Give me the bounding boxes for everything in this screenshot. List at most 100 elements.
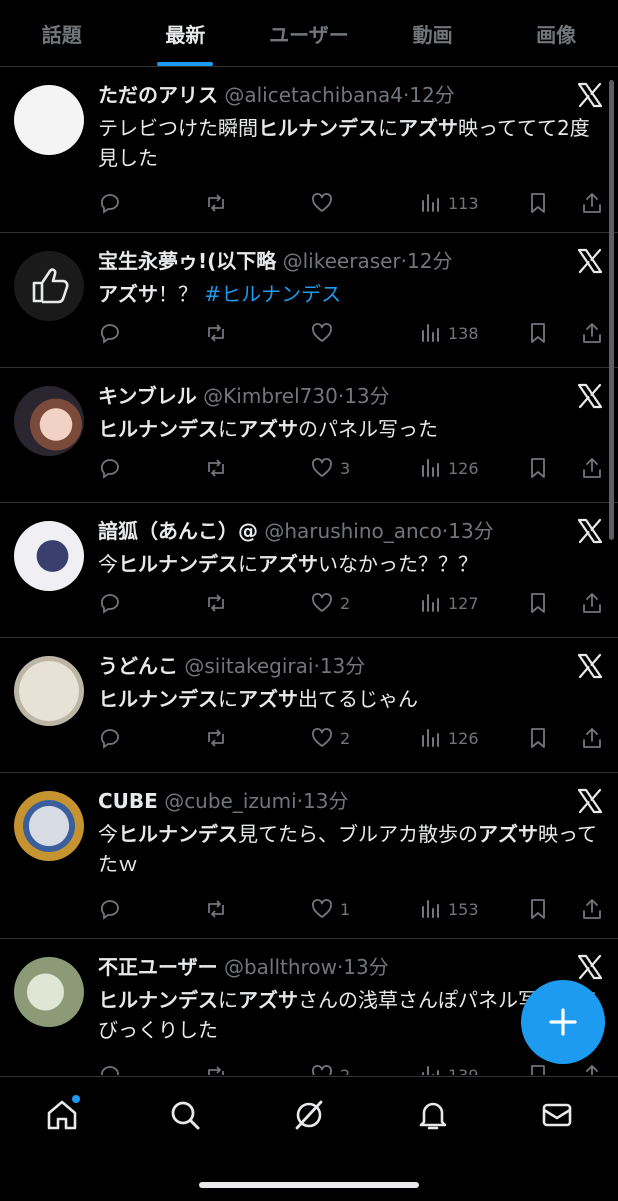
user-handle[interactable]: @likeeraser: [283, 249, 401, 273]
share-button[interactable]: [580, 726, 604, 750]
compose-button[interactable]: [521, 980, 605, 1064]
like-button[interactable]: [310, 321, 340, 345]
avatar[interactable]: [14, 251, 84, 321]
user-handle[interactable]: @harushino_anco: [264, 519, 442, 543]
x-logo-icon[interactable]: [576, 652, 604, 680]
views-button[interactable]: 153: [418, 897, 479, 921]
tab-latest[interactable]: 最新: [124, 0, 248, 66]
bookmark-button[interactable]: [526, 726, 550, 750]
reply-button[interactable]: [98, 191, 128, 215]
search-icon[interactable]: [167, 1097, 203, 1133]
reply-button[interactable]: [98, 897, 128, 921]
repost-icon: [208, 324, 224, 342]
tab-videos[interactable]: 動画: [371, 0, 495, 66]
like-button[interactable]: 2: [310, 726, 350, 750]
tab-users[interactable]: ユーザー: [247, 0, 371, 66]
reply-button[interactable]: [98, 456, 128, 480]
views-button[interactable]: 139: [418, 1063, 479, 1075]
avatar[interactable]: [14, 656, 84, 726]
post-actions: 113: [98, 189, 604, 217]
repost-button[interactable]: [204, 321, 234, 345]
user-handle[interactable]: @Kimbrel730: [203, 384, 338, 408]
repost-button[interactable]: [204, 1063, 234, 1075]
tab-images[interactable]: 画像: [494, 0, 618, 66]
reply-button[interactable]: [98, 1063, 128, 1075]
like-button[interactable]: 2: [310, 1063, 350, 1075]
like-button[interactable]: [310, 191, 340, 215]
like-icon: [312, 593, 332, 612]
views-button[interactable]: 126: [418, 456, 479, 480]
views-button[interactable]: 127: [418, 591, 479, 615]
repost-button[interactable]: [204, 191, 234, 215]
post-text: 今ヒルナンデス見てたら、ブルアカ散歩のアズサ映ってたｗ: [98, 819, 602, 879]
tab-trending[interactable]: 話題: [0, 0, 124, 66]
display-name[interactable]: キンブレル: [98, 384, 197, 408]
post-actions: 1 153: [98, 895, 604, 923]
scrollbar[interactable]: [609, 80, 614, 540]
bookmark-button[interactable]: [526, 897, 550, 921]
grok-icon[interactable]: [291, 1097, 327, 1133]
share-button[interactable]: [580, 591, 604, 615]
user-handle[interactable]: @siitakegirai: [184, 654, 313, 678]
bookmark-button[interactable]: [526, 321, 550, 345]
bookmark-button[interactable]: [526, 1063, 550, 1075]
bookmark-button[interactable]: [526, 591, 550, 615]
reply-icon: [101, 1066, 119, 1075]
user-handle[interactable]: @ballthrow: [224, 955, 337, 979]
post-3[interactable]: キンブレル @Kimbrel730·13分 ヒルナンデスにアズサのパネル写った 3 1…: [0, 368, 618, 503]
bookmark-button[interactable]: [526, 456, 550, 480]
bookmark-button[interactable]: [526, 191, 550, 215]
like-button[interactable]: 2: [310, 591, 350, 615]
avatar[interactable]: [14, 85, 84, 155]
display-name[interactable]: 宝生永夢ゥ!(以下略: [98, 249, 276, 273]
post-1[interactable]: ただのアリス @alicetachibana4·12分 テレビつけた瞬間ヒルナンデ…: [0, 67, 618, 233]
avatar[interactable]: [14, 957, 84, 1027]
reply-button[interactable]: [98, 591, 128, 615]
post-5[interactable]: うどんこ @siitakegirai·13分 ヒルナンデスにアズサ出てるじゃん 2 1…: [0, 638, 618, 773]
like-button[interactable]: 3: [310, 456, 350, 480]
like-icon: [312, 728, 332, 747]
user-handle[interactable]: @cube_izumi: [164, 789, 296, 813]
x-logo-icon[interactable]: [576, 382, 604, 410]
x-logo-icon[interactable]: [576, 787, 604, 815]
avatar[interactable]: [14, 386, 84, 456]
reply-button[interactable]: [98, 726, 128, 750]
x-logo-icon[interactable]: [576, 953, 604, 981]
share-button[interactable]: [580, 1063, 604, 1075]
x-logo-icon[interactable]: [576, 517, 604, 545]
share-button[interactable]: [580, 897, 604, 921]
hashtag-link[interactable]: #ヒルナンデス: [204, 282, 341, 306]
avatar[interactable]: [14, 791, 84, 861]
post-4[interactable]: 諳狐（あんこ）@ @harushino_anco·13分 今ヒルナンデスにアズサい…: [0, 503, 618, 638]
repost-button[interactable]: [204, 591, 234, 615]
share-button[interactable]: [580, 456, 604, 480]
repost-button[interactable]: [204, 726, 234, 750]
like-count: 3: [340, 458, 351, 478]
repost-icon: [208, 594, 224, 612]
post-6[interactable]: CUBE @cube_izumi·13分 今ヒルナンデス見てたら、ブルアカ散歩のア…: [0, 773, 618, 939]
like-button[interactable]: 1: [310, 897, 350, 921]
display-name[interactable]: 不正ユーザー: [98, 955, 218, 979]
x-logo-icon[interactable]: [576, 81, 604, 109]
timestamp: 13分: [343, 955, 389, 979]
home-indicator[interactable]: [199, 1182, 419, 1188]
views-count: 126: [448, 458, 479, 478]
user-handle[interactable]: @alicetachibana4: [224, 83, 403, 107]
display-name[interactable]: ただのアリス: [98, 83, 218, 107]
views-button[interactable]: 126: [418, 726, 479, 750]
display-name[interactable]: CUBE: [98, 789, 158, 813]
reply-button[interactable]: [98, 321, 128, 345]
share-button[interactable]: [580, 321, 604, 345]
repost-button[interactable]: [204, 897, 234, 921]
views-button[interactable]: 138: [418, 321, 479, 345]
repost-button[interactable]: [204, 456, 234, 480]
notifications-icon[interactable]: [415, 1097, 451, 1133]
display-name[interactable]: 諳狐（あんこ）@: [98, 519, 258, 543]
messages-icon[interactable]: [539, 1097, 575, 1133]
share-button[interactable]: [580, 191, 604, 215]
views-button[interactable]: 113: [418, 191, 479, 215]
post-2[interactable]: 宝生永夢ゥ!(以下略 @likeeraser·12分 アズサ！？ #ヒルナンデス 1…: [0, 233, 618, 368]
avatar[interactable]: [14, 521, 84, 591]
display-name[interactable]: うどんこ: [98, 654, 178, 678]
x-logo-icon[interactable]: [576, 247, 604, 275]
